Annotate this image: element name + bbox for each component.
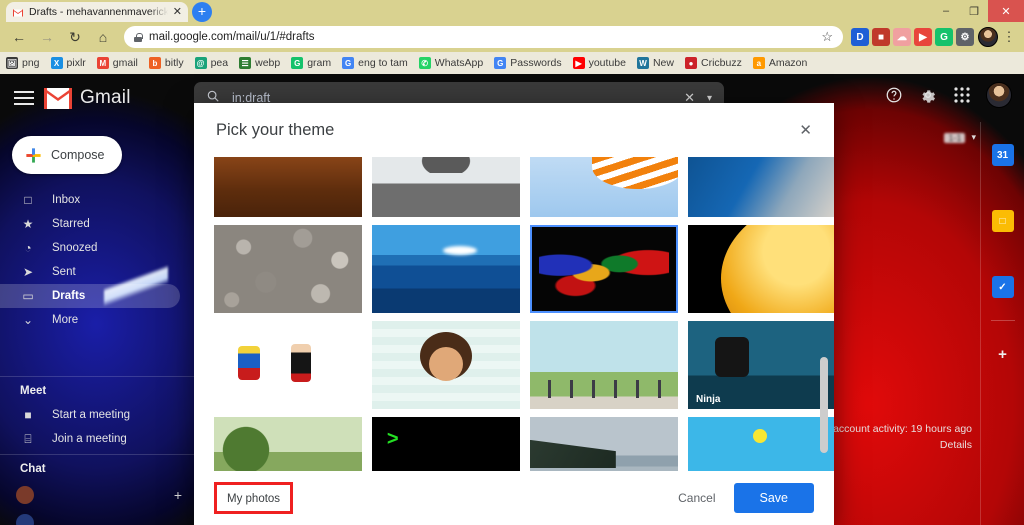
theme-thumbnail-flag-sky[interactable] (530, 157, 678, 217)
meet-item-label: Join a meeting (52, 433, 127, 445)
browser-window: Drafts - mehavannenmaverick@g ✕ + – ❐ ✕ … (0, 0, 1024, 525)
dialog-footer: My photos Cancel Save (194, 471, 834, 525)
my-photos-button[interactable]: My photos (227, 493, 280, 505)
close-icon[interactable]: ✕ (799, 121, 812, 139)
save-button[interactable]: Save (733, 483, 814, 513)
theme-thumbnail-sketch-skiers[interactable] (214, 321, 362, 409)
cancel-button[interactable]: Cancel (678, 491, 715, 505)
theme-thumbnail-mountain-lake[interactable] (530, 417, 678, 471)
sidebar-item-label: More (52, 314, 79, 326)
theme-thumbnail-aerial-blue[interactable] (688, 157, 834, 217)
star-icon: ★ (22, 217, 34, 231)
dialog-header: Pick your theme ✕ (194, 103, 834, 157)
theme-thumbnail-ocean[interactable] (372, 225, 520, 313)
my-photos-highlight: My photos (214, 482, 294, 514)
dialog-title: Pick your theme (216, 120, 335, 139)
pick-theme-dialog: Pick your theme ✕ Ninja My photos Cancel… (194, 103, 834, 525)
send-icon: ➤ (22, 265, 34, 279)
sidebar-item-label: Starred (52, 218, 90, 230)
dialog-body: Ninja (194, 157, 834, 471)
theme-thumbnail-terminal[interactable] (372, 417, 520, 471)
theme-grid: Ninja (214, 157, 834, 471)
dialog-actions: Cancel Save (678, 483, 814, 513)
theme-thumbnail-park-scene[interactable] (530, 321, 678, 409)
dialog-overlay: Pick your theme ✕ Ninja My photos Cancel… (0, 0, 1024, 525)
dialog-scrollbar[interactable] (820, 357, 828, 453)
theme-thumbnail-garden[interactable] (214, 417, 362, 471)
theme-thumbnail-cartoon-landscape[interactable] (688, 417, 834, 471)
sidebar-item-label: Snoozed (52, 242, 98, 254)
theme-thumbnail-venus-planet[interactable] (688, 225, 834, 313)
inbox-icon: □ (24, 193, 32, 207)
video-camera-icon: ■ (24, 408, 32, 422)
clock-icon: ◔ (24, 241, 32, 255)
sidebar-item-label: Inbox (52, 194, 81, 206)
theme-thumbnail-pebbles[interactable] (214, 225, 362, 313)
theme-thumbnail-girl-ice-cream[interactable] (372, 321, 520, 409)
chevron-down-icon: ⌄ (22, 313, 34, 327)
meet-item-label: Start a meeting (52, 409, 130, 421)
sidebar-item-label: Drafts (52, 290, 86, 302)
theme-caption: Ninja (696, 393, 721, 405)
sidebar-item-label: Sent (52, 266, 76, 278)
theme-thumbnail-graffiti[interactable] (530, 225, 678, 313)
keyboard-icon: ⌸ (24, 431, 32, 446)
theme-thumbnail-tree-silhouette[interactable] (372, 157, 520, 217)
draft-icon: ▭ (22, 289, 34, 303)
theme-thumbnail-ninja[interactable]: Ninja (688, 321, 834, 409)
theme-thumbnail-wood[interactable] (214, 157, 362, 217)
